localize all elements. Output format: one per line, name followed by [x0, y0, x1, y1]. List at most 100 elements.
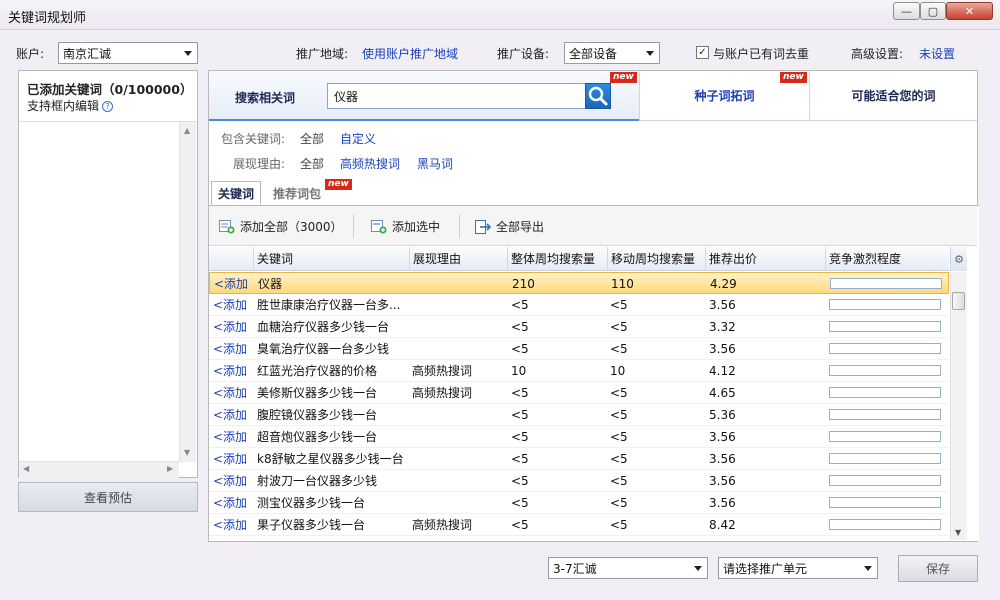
add-keyword-link[interactable]: <添加 [213, 360, 253, 382]
add-keyword-link[interactable]: <添加 [213, 382, 253, 404]
scroll-up-icon[interactable]: ▲ [184, 126, 190, 135]
scroll-right-icon[interactable]: ▶ [167, 464, 173, 473]
region-link[interactable]: 使用账户推广地域 [362, 45, 458, 62]
view-estimate-button[interactable]: 查看预估 [18, 482, 198, 512]
add-keyword-link[interactable]: <添加 [213, 404, 253, 426]
table-row[interactable]: <添加 红蓝光治疗仪器的价格 高频热搜词 10 10 4.12 [209, 360, 949, 382]
competition-bar [829, 321, 941, 332]
column-header-keyword[interactable]: 关键词 [253, 247, 409, 271]
reason-hot-link[interactable]: 高频热搜词 [340, 155, 400, 172]
tab-suitable-words[interactable]: 可能适合您的词 [809, 71, 977, 121]
cell-total-volume: <5 [511, 496, 529, 510]
subtab-keywords[interactable]: 关键词 [211, 181, 261, 205]
column-header-bid[interactable]: 推荐出价 [705, 247, 825, 271]
added-keywords-editor[interactable]: ▲ ▼ ◀ ▶ [19, 121, 197, 478]
table-row[interactable]: <添加 臭氧治疗仪器一台多少钱 <5 <5 3.56 [209, 338, 949, 360]
table-scroll-thumb[interactable] [952, 292, 965, 310]
add-keyword-link[interactable]: <添加 [214, 273, 254, 295]
competition-bar [829, 343, 941, 354]
window-title: 关键词规划师 [8, 11, 87, 26]
maximize-button[interactable]: ▢ [920, 2, 946, 20]
add-keyword-link[interactable]: <添加 [213, 316, 253, 338]
cell-mobile-volume: <5 [610, 518, 628, 532]
add-keyword-link[interactable]: <添加 [213, 448, 253, 470]
include-custom-link[interactable]: 自定义 [340, 130, 376, 147]
tab-search-related[interactable]: 搜索相关词 仪器 new [209, 71, 639, 121]
include-all-option[interactable]: 全部 [300, 130, 324, 147]
competition-bar [829, 497, 941, 508]
table-row[interactable]: <添加 测宝仪器多少钱一台 <5 <5 3.56 [209, 492, 949, 514]
add-keyword-link[interactable]: <添加 [213, 426, 253, 448]
cell-bid: 3.56 [709, 342, 736, 356]
cell-reason [412, 338, 506, 360]
cell-keyword: 超音炮仪器多少钱一台 [257, 430, 378, 444]
cell-bid: 5.36 [709, 408, 736, 422]
device-select-value: 全部设备 [569, 46, 618, 61]
subtab-packages[interactable]: 推荐词包 [273, 185, 321, 202]
inline-edit-hint-text: 支持框内编辑 [27, 99, 100, 113]
add-keyword-link[interactable]: <添加 [213, 294, 253, 316]
table-row[interactable]: <添加 k8舒敏之星仪器多少钱一台 <5 <5 3.56 [209, 448, 949, 470]
cell-bid: 3.56 [709, 474, 736, 488]
device-select[interactable]: 全部设备 [564, 42, 660, 64]
cell-mobile-volume: <5 [610, 386, 628, 400]
table-row[interactable]: <添加 仪器 210 110 4.29 [209, 272, 949, 294]
cell-mobile-volume: <5 [610, 474, 628, 488]
cell-bid: 3.56 [709, 430, 736, 444]
chevron-down-icon [184, 51, 192, 56]
cell-total-volume: 210 [512, 277, 535, 291]
table-vertical-scrollbar[interactable]: ▼ [950, 272, 967, 540]
account-select[interactable]: 南京汇诚 [58, 42, 198, 64]
save-button[interactable]: 保存 [898, 555, 978, 582]
column-header-total-volume[interactable]: 整体周均搜索量 [507, 247, 607, 271]
table-row[interactable]: <添加 血糖治疗仪器多少钱一台 <5 <5 3.32 [209, 316, 949, 338]
add-all-button[interactable]: 添加全部（3000） [219, 218, 343, 235]
scroll-left-icon[interactable]: ◀ [23, 464, 29, 473]
table-row[interactable]: <添加 胜世康康治疗仪器一台多... <5 <5 3.56 [209, 294, 949, 316]
help-icon[interactable]: ? [102, 101, 114, 112]
table-row[interactable]: <添加 腹腔镜仪器多少钱一台 <5 <5 5.36 [209, 404, 949, 426]
column-header-mobile-volume[interactable]: 移动周均搜索量 [607, 247, 705, 271]
cell-bid: 4.29 [710, 277, 737, 291]
search-input[interactable]: 仪器 [327, 83, 610, 109]
cell-bid: 3.56 [709, 452, 736, 466]
competition-bar [830, 278, 942, 289]
search-button[interactable] [585, 83, 611, 109]
export-all-label: 全部导出 [496, 220, 545, 234]
left-horizontal-scrollbar[interactable]: ◀ ▶ [19, 461, 179, 478]
column-settings-button[interactable]: ⚙ [950, 247, 967, 271]
add-selected-button[interactable]: 添加选中 [371, 218, 440, 235]
advanced-settings-link[interactable]: 未设置 [919, 45, 955, 62]
campaign-select[interactable]: 3-7汇诚 [548, 557, 708, 579]
close-button[interactable]: ✕ [946, 2, 993, 20]
scroll-down-icon[interactable]: ▼ [184, 448, 190, 457]
cell-bid: 8.42 [709, 518, 736, 532]
cell-total-volume: <5 [511, 320, 529, 334]
add-keyword-link[interactable]: <添加 [213, 470, 253, 492]
left-vertical-scrollbar[interactable]: ▲ ▼ [179, 122, 196, 462]
add-keyword-link[interactable]: <添加 [213, 492, 253, 514]
table-row[interactable]: <添加 超音炮仪器多少钱一台 <5 <5 3.56 [209, 426, 949, 448]
minimize-button[interactable]: — [893, 2, 920, 20]
add-keyword-link[interactable]: <添加 [213, 514, 253, 536]
cell-bid: 3.32 [709, 320, 736, 334]
export-all-button[interactable]: 全部导出 [475, 218, 544, 235]
cell-bid: 4.12 [709, 364, 736, 378]
chevron-down-icon [864, 566, 872, 571]
table-row[interactable]: <添加 果子仪器多少钱一台 高频热搜词 <5 <5 8.42 [209, 514, 949, 536]
cell-reason [412, 426, 506, 448]
reason-all-option[interactable]: 全部 [300, 155, 324, 172]
new-badge: new [780, 72, 807, 83]
cell-keyword: k8舒敏之星仪器多少钱一台 [257, 452, 404, 466]
scroll-down-icon[interactable]: ▼ [955, 528, 961, 537]
campaign-select-value: 3-7汇诚 [553, 561, 597, 576]
ad-unit-select[interactable]: 请选择推广单元 [718, 557, 878, 579]
competition-bar [829, 365, 941, 376]
column-header-reason[interactable]: 展现理由 [409, 247, 507, 271]
add-keyword-link[interactable]: <添加 [213, 338, 253, 360]
table-row[interactable]: <添加 美修斯仪器多少钱一台 高频热搜词 <5 <5 4.65 [209, 382, 949, 404]
dedupe-checkbox[interactable]: ✓ [696, 46, 709, 59]
column-header-competition[interactable]: 竞争激烈程度 [825, 247, 949, 271]
reason-darkhorse-link[interactable]: 黑马词 [417, 155, 453, 172]
table-row[interactable]: <添加 射波刀一台仪器多少钱 <5 <5 3.56 [209, 470, 949, 492]
